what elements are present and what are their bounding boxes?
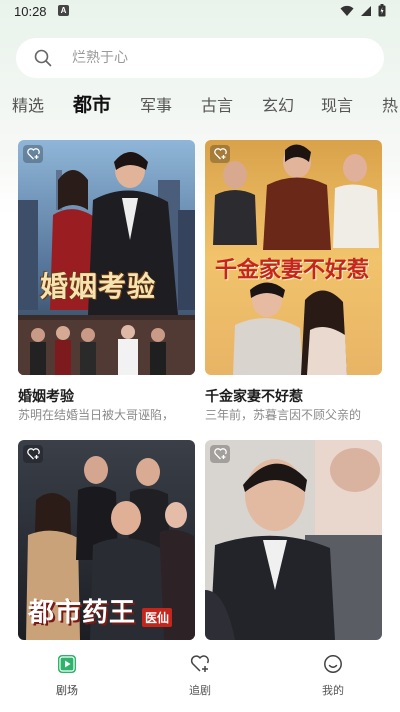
status-icons — [340, 4, 386, 17]
smile-icon — [324, 655, 342, 673]
poster-title: 千金家妻不好惹 — [215, 257, 370, 283]
wifi-icon — [340, 5, 354, 16]
search-bar[interactable] — [16, 38, 384, 78]
category-tabs: 精选 都市 军事 古言 玄幻 现言 热 — [0, 92, 400, 122]
add-favorite-icon[interactable] — [23, 145, 43, 163]
tab-dushi[interactable]: 都市 — [73, 92, 111, 122]
nav-profile[interactable]: 我的 — [293, 654, 373, 698]
drama-poster[interactable]: 婚姻考验 — [18, 140, 195, 375]
bottom-navigation: 剧场 追剧 我的 — [0, 640, 400, 712]
nav-label: 剧场 — [56, 684, 78, 697]
poster-title: 都市药王 — [28, 598, 137, 628]
nav-theater[interactable]: 剧场 — [27, 654, 107, 698]
card-description: 三年前，苏暮言因不顾父亲的 — [205, 408, 362, 422]
signal-icon — [361, 5, 371, 16]
tab-xianyan[interactable]: 现言 — [321, 92, 353, 122]
poster-title: 婚姻考验 — [40, 270, 157, 303]
nav-label: 我的 — [322, 684, 344, 697]
card-description: 苏明在结婚当日被大哥诬陷， — [18, 408, 175, 422]
search-icon — [34, 49, 52, 67]
drama-poster[interactable]: 千金家妻不好惹 — [205, 140, 382, 375]
status-time: 10:28 — [14, 4, 47, 19]
drama-poster[interactable] — [205, 440, 382, 640]
poster-badge: 医仙 — [142, 608, 173, 627]
tab-guyan[interactable]: 古言 — [201, 92, 233, 122]
nav-label: 追剧 — [189, 684, 211, 697]
tab-xuanhuan[interactable]: 玄幻 — [262, 92, 294, 122]
tab-junshi[interactable]: 军事 — [140, 92, 172, 122]
play-square-icon — [58, 655, 76, 673]
battery-icon — [378, 4, 386, 17]
card-title[interactable]: 婚姻考验 — [18, 386, 74, 406]
search-input[interactable] — [72, 38, 362, 78]
nav-following[interactable]: 追剧 — [160, 654, 240, 698]
heart-plus-icon — [190, 655, 209, 672]
status-bar: 10:28 A — [0, 0, 400, 24]
add-favorite-icon[interactable] — [210, 445, 230, 463]
notification-badge: A — [58, 5, 69, 16]
tab-jingxuan[interactable]: 精选 — [12, 92, 44, 122]
tab-re[interactable]: 热 — [382, 92, 398, 122]
drama-poster[interactable]: 都市药王 医仙 — [18, 440, 195, 640]
add-favorite-icon[interactable] — [210, 145, 230, 163]
card-title[interactable]: 千金家妻不好惹 — [205, 386, 303, 406]
add-favorite-icon[interactable] — [23, 445, 43, 463]
